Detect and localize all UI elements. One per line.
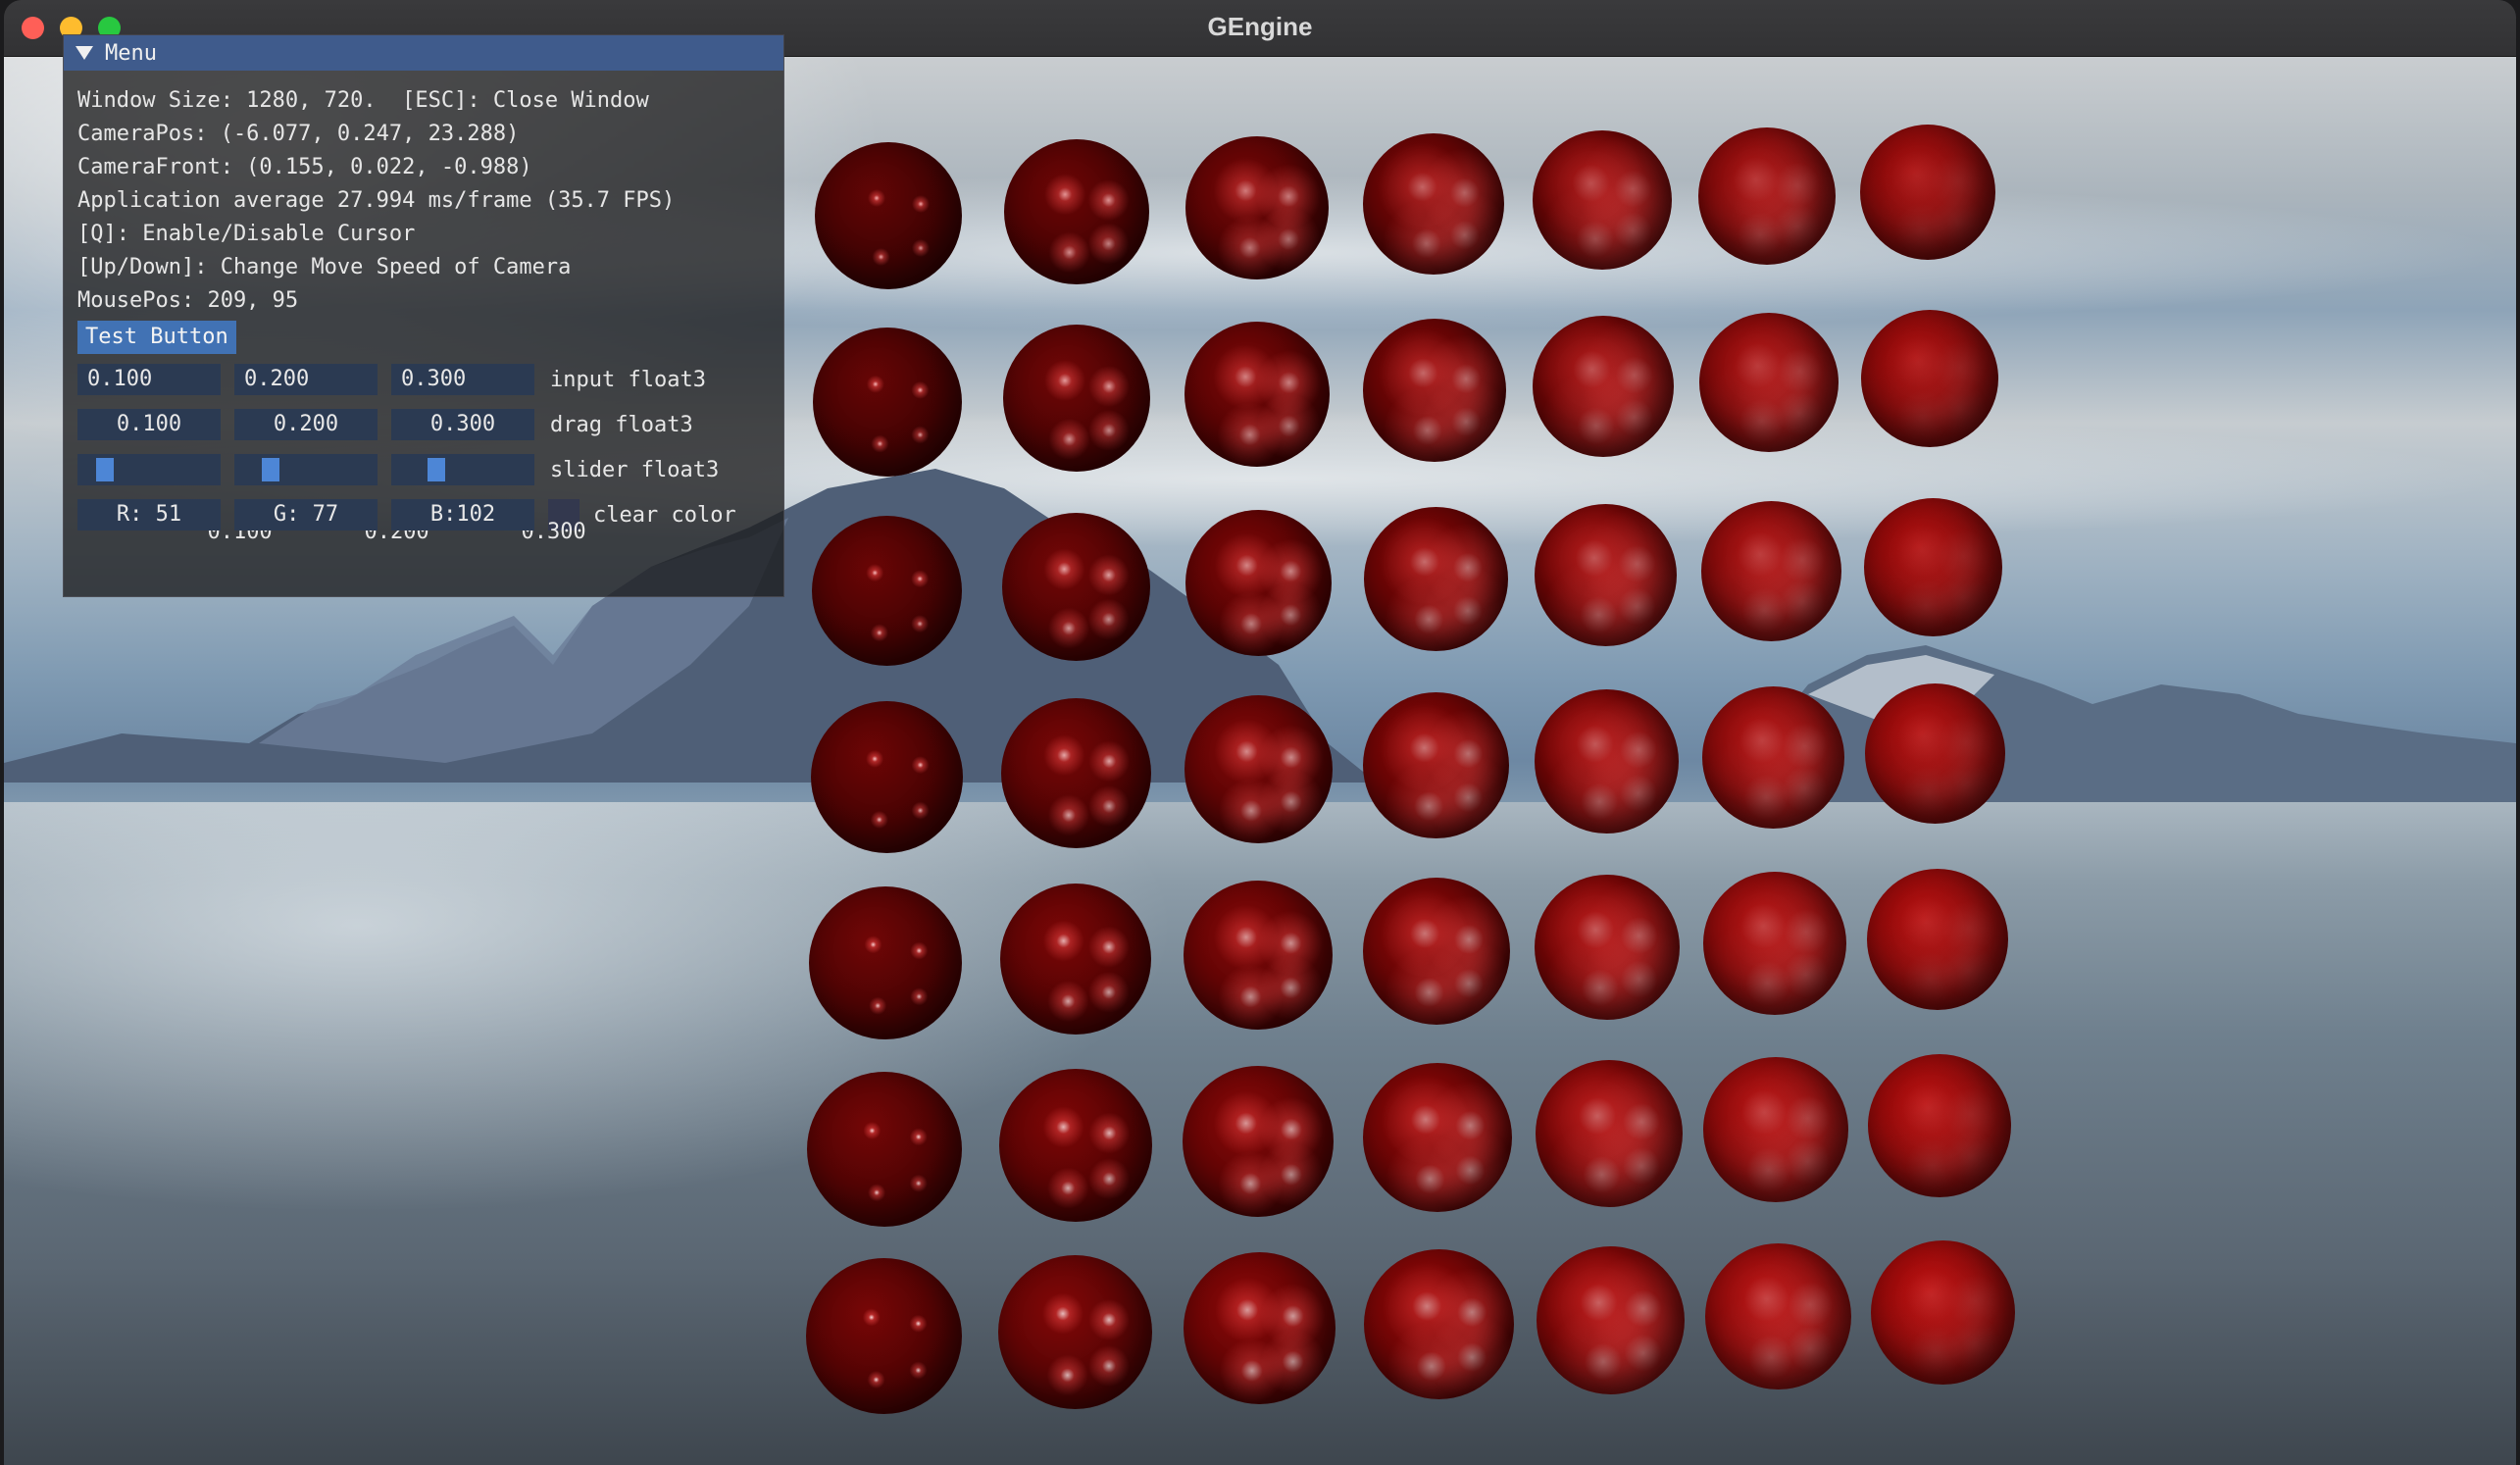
- material-sphere: [1004, 139, 1149, 284]
- material-sphere: [1363, 319, 1506, 462]
- clear-color-r[interactable]: R: 51: [77, 499, 221, 530]
- clear-color-g[interactable]: G: 77: [234, 499, 378, 530]
- material-sphere: [1870, 1239, 2015, 1385]
- material-sphere: [1868, 1054, 2011, 1197]
- clear-color-b[interactable]: B:102: [391, 499, 534, 530]
- drag-float3-z[interactable]: 0.300: [391, 409, 534, 440]
- material-sphere: [1703, 1057, 1848, 1202]
- material-sphere: [1704, 1242, 1851, 1389]
- material-sphere: [1363, 133, 1504, 275]
- camera-pos-text: CameraPos: (-6.077, 0.247, 23.288): [77, 122, 520, 146]
- material-sphere: [1184, 694, 1333, 843]
- material-sphere: [810, 700, 963, 853]
- material-sphere: [1534, 688, 1679, 834]
- slider-float3-row: 0.100 0.200 0.300 slider float3: [77, 450, 770, 544]
- material-sphere: [1534, 503, 1677, 646]
- material-sphere: [1184, 881, 1333, 1030]
- fps-text: Application average 27.994 ms/frame (35.…: [77, 188, 676, 213]
- drag-float3-label: drag float3: [550, 412, 693, 437]
- slider-grab-y[interactable]: [262, 458, 279, 481]
- window-size-text: Window Size: 1280, 720. [ESC]: Close Win…: [77, 88, 649, 113]
- drag-float3-y[interactable]: 0.200: [234, 409, 378, 440]
- cursor-toggle-text: [Q]: Enable/Disable Cursor: [77, 222, 416, 246]
- material-sphere: [997, 1254, 1152, 1409]
- test-button[interactable]: Test Button: [77, 321, 236, 354]
- slider-float3-y[interactable]: 0.200: [234, 454, 429, 544]
- material-sphere: [1701, 685, 1844, 829]
- material-sphere: [1185, 136, 1329, 279]
- material-sphere: [807, 1072, 962, 1227]
- camera-front-text: CameraFront: (0.155, 0.022, -0.988): [77, 155, 532, 179]
- slider-float3-x[interactable]: 0.100: [77, 454, 273, 544]
- menu-title: Menu: [105, 40, 157, 66]
- material-sphere: [1533, 130, 1672, 270]
- slider-float3-label: slider float3: [550, 457, 720, 482]
- material-sphere: [1700, 500, 1841, 641]
- material-sphere: [1533, 316, 1674, 457]
- material-sphere: [1183, 1251, 1336, 1404]
- material-sphere: [999, 1069, 1152, 1222]
- material-sphere: [1864, 682, 2005, 824]
- material-sphere: [1184, 509, 1332, 656]
- collapse-arrow-icon[interactable]: [76, 46, 93, 60]
- material-sphere: [1363, 506, 1508, 651]
- menu-body: Window Size: 1280, 720. [ESC]: Close Win…: [64, 71, 783, 544]
- material-sphere: [1698, 127, 1836, 265]
- material-sphere: [1001, 512, 1150, 661]
- mouse-pos-text: MousePos: 209, 95: [77, 288, 299, 313]
- material-sphere: [1363, 1248, 1514, 1399]
- material-sphere: [1863, 497, 2002, 636]
- material-sphere: [811, 515, 962, 666]
- material-sphere: [1363, 1063, 1512, 1212]
- input-float3-y[interactable]: 0.200: [234, 364, 378, 395]
- material-sphere: [815, 142, 962, 289]
- material-sphere: [805, 1257, 962, 1414]
- menu-header[interactable]: Menu: [64, 35, 783, 71]
- material-sphere: [1363, 878, 1510, 1025]
- slider-grab-x[interactable]: [96, 458, 114, 481]
- slider-float3-z[interactable]: 0.300: [391, 454, 586, 544]
- material-sphere: [1184, 322, 1330, 467]
- material-sphere: [1183, 1066, 1334, 1217]
- move-speed-text: [Up/Down]: Change Move Speed of Camera: [77, 255, 572, 279]
- material-sphere: [1535, 875, 1680, 1020]
- app-window: GEngine Menu Window Size: 1280, 720. [ES…: [4, 0, 2516, 1465]
- slider-grab-z[interactable]: [428, 458, 445, 481]
- material-sphere: [1003, 325, 1150, 472]
- material-sphere: [1536, 1245, 1685, 1394]
- menu-window[interactable]: Menu Window Size: 1280, 720. [ESC]: Clos…: [63, 34, 784, 597]
- material-sphere: [1536, 1060, 1683, 1207]
- material-sphere: [1703, 872, 1846, 1015]
- material-sphere: [1861, 310, 1998, 447]
- material-sphere: [1000, 697, 1151, 848]
- input-float3-row: 0.100 0.200 0.300 input float3: [77, 360, 770, 399]
- material-sphere: [1699, 313, 1839, 452]
- material-sphere: [1000, 884, 1151, 1035]
- material-sphere: [1867, 869, 2008, 1010]
- input-float3-z[interactable]: 0.300: [391, 364, 534, 395]
- input-float3-label: input float3: [550, 367, 706, 392]
- clear-color-label: clear color: [593, 502, 736, 528]
- drag-float3-x[interactable]: 0.100: [77, 409, 221, 440]
- material-sphere: [1362, 691, 1509, 838]
- input-float3-x[interactable]: 0.100: [77, 364, 221, 395]
- clear-color-row: R: 51 G: 77 B:102 clear color: [77, 495, 770, 534]
- material-sphere: [813, 328, 962, 477]
- material-sphere: [1860, 125, 1995, 260]
- drag-float3-row: 0.100 0.200 0.300 drag float3: [77, 405, 770, 444]
- material-sphere: [809, 886, 962, 1039]
